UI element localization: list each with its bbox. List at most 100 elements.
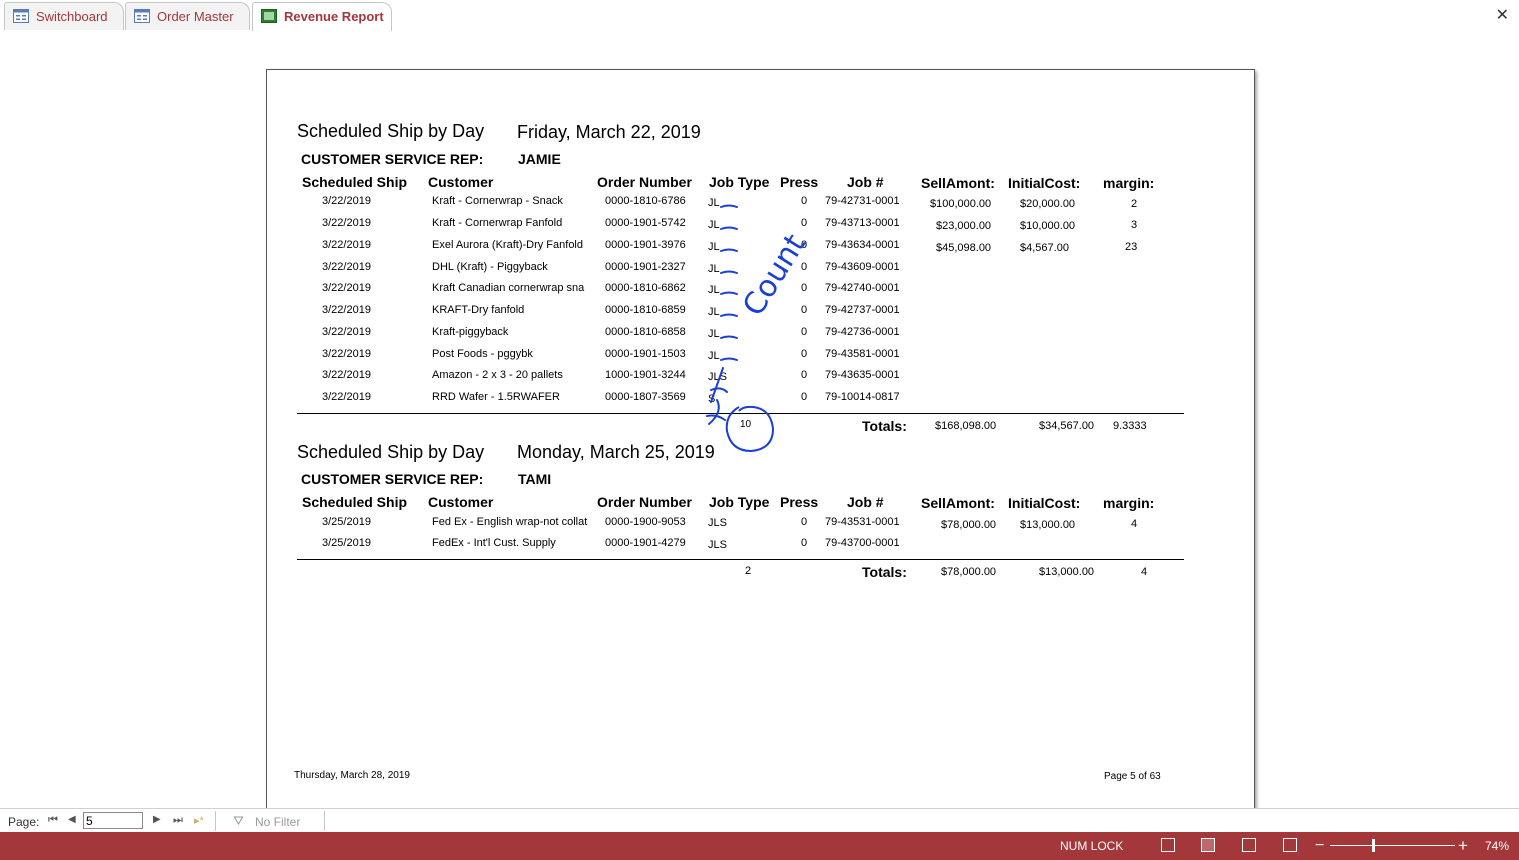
column-header: InitialCost: <box>1008 495 1081 511</box>
cell-ship: 3/25/2019 <box>322 516 371 528</box>
column-header: Press <box>780 174 819 190</box>
cell-ship: 3/22/2019 <box>322 348 371 360</box>
prev-page-icon[interactable]: ◀ <box>68 814 76 825</box>
tab-label: Order Master <box>157 9 234 24</box>
last-page-icon[interactable]: ⏭ <box>173 814 183 827</box>
cell-customer: RRD Wafer - 1.5RWAFER <box>432 391 560 403</box>
report-preview-area: Scheduled Ship by Day Friday, March 22, … <box>0 31 1519 833</box>
cell-ship: 3/22/2019 <box>322 391 371 403</box>
cell-cost: $10,000.00 <box>1020 220 1076 232</box>
cell-customer: Fed Ex - English wrap-not collat <box>432 516 588 528</box>
cell-order: 1000-1901-3244 <box>605 369 686 381</box>
column-header: InitialCost: <box>1008 175 1081 191</box>
section-title: Scheduled Ship by Day <box>297 121 485 141</box>
cell-job: 79-43700-0001 <box>825 537 900 549</box>
column-header: margin: <box>1103 175 1155 191</box>
column-header: Scheduled Ship <box>302 494 408 510</box>
divider <box>215 811 216 831</box>
ink-circle <box>725 405 775 453</box>
form-icon <box>134 9 150 23</box>
record-navigation-bar: Page: ⏮ ◀ ▶ ⏭ ▸* ⛛ No Filter <box>0 808 1519 833</box>
column-header: Order Number <box>597 494 692 510</box>
cell-ship: 3/22/2019 <box>322 369 371 381</box>
print-preview-view-icon[interactable] <box>1161 838 1175 852</box>
cell-customer: Amazon - 2 x 3 - 20 pallets <box>432 369 563 381</box>
layout-view-icon[interactable] <box>1242 838 1256 852</box>
close-icon[interactable]: ✕ <box>1496 5 1509 25</box>
tab-switchboard[interactable]: Switchboard <box>4 2 124 30</box>
totals-label: Totals: <box>862 418 907 434</box>
cell-ship: 3/22/2019 <box>322 261 371 273</box>
cell-ship: 3/22/2019 <box>322 282 371 294</box>
column-header: SellAmont: <box>921 175 995 191</box>
cell-customer: FedEx - Int'l Cust. Supply <box>432 537 556 549</box>
report-view-icon[interactable] <box>1201 838 1215 852</box>
footer-page-number: Page 5 of 63 <box>1104 771 1161 782</box>
new-record-icon[interactable]: ▸* <box>194 814 204 827</box>
total-cost: $34,567.00 <box>1039 420 1095 432</box>
tab-label: Switchboard <box>36 9 108 24</box>
cell-customer: KRAFT-Dry fanfold <box>432 304 525 316</box>
zoom-out-button[interactable]: − <box>1315 837 1324 855</box>
rep-name: TAMI <box>518 471 552 487</box>
cell-ship: 3/22/2019 <box>322 195 371 207</box>
zoom-in-button[interactable]: + <box>1458 836 1468 856</box>
cell-customer: DHL (Kraft) - Piggyback <box>432 261 548 273</box>
cell-order: 0000-1900-9053 <box>605 516 686 528</box>
column-header: margin: <box>1103 495 1155 511</box>
filter-icon[interactable]: ⛛ <box>233 813 244 829</box>
cell-sell: $78,000.00 <box>941 519 997 531</box>
cell-sell: $23,000.00 <box>936 220 992 232</box>
cell-jobtype: JLS <box>708 539 727 551</box>
total-margin: 4 <box>1141 566 1148 578</box>
cell-sell: $100,000.00 <box>930 198 992 210</box>
group-date: Monday, March 25, 2019 <box>517 442 715 462</box>
cell-ship: 3/22/2019 <box>322 239 371 251</box>
cell-order: 0000-1901-2327 <box>605 261 686 273</box>
cell-margin: 23 <box>1125 241 1138 253</box>
cell-ship: 3/22/2019 <box>322 326 371 338</box>
cell-press: 0 <box>801 537 808 549</box>
cell-order: 0000-1807-3569 <box>605 391 686 403</box>
cell-sell: $45,098.00 <box>936 242 992 254</box>
cell-order: 0000-1901-4279 <box>605 537 686 549</box>
column-header: SellAmont: <box>921 495 995 511</box>
cell-customer: Post Foods - pggybk <box>432 348 533 360</box>
document-tab-bar: Switchboard Order Master Revenue Report … <box>0 0 1519 32</box>
column-header: Job # <box>847 494 884 510</box>
cell-margin: 3 <box>1131 219 1138 231</box>
cell-customer: Kraft - Cornerwrap Fanfold <box>432 217 563 229</box>
next-page-icon[interactable]: ▶ <box>153 814 161 825</box>
tab-revenue-report[interactable]: Revenue Report <box>252 2 392 32</box>
cell-customer: Kraft Canadian cornerwrap sna <box>432 282 585 294</box>
tab-order-master[interactable]: Order Master <box>125 2 250 30</box>
cell-order: 0000-1810-6786 <box>605 195 686 207</box>
report-page: Scheduled Ship by Day Friday, March 22, … <box>266 69 1255 833</box>
zoom-slider-thumb[interactable] <box>1372 839 1375 852</box>
page-number-input[interactable] <box>83 812 143 829</box>
cell-order: 0000-1901-1503 <box>605 348 686 360</box>
cell-margin: 4 <box>1131 518 1138 530</box>
totals-label: Totals: <box>862 564 907 580</box>
no-filter-button[interactable]: No Filter <box>255 815 300 829</box>
cell-press: 0 <box>801 516 808 528</box>
first-page-icon[interactable]: ⏮ <box>48 814 58 827</box>
column-header: Job Type <box>709 174 770 190</box>
num-lock-indicator: NUM LOCK <box>1060 839 1124 853</box>
form-icon <box>13 9 29 23</box>
cell-order: 0000-1810-6859 <box>605 304 686 316</box>
cell-customer: Kraft-piggyback <box>432 326 509 338</box>
column-header: Customer <box>428 174 494 190</box>
column-header: Press <box>780 494 819 510</box>
rep-name: JAMIE <box>518 151 561 167</box>
tab-label: Revenue Report <box>284 9 384 24</box>
page-label: Page: <box>8 815 40 829</box>
design-view-icon[interactable] <box>1283 838 1297 852</box>
rep-label: CUSTOMER SERVICE REP: <box>301 151 484 167</box>
zoom-slider-track[interactable] <box>1330 845 1455 846</box>
cell-cost: $4,567.00 <box>1020 242 1069 254</box>
cell-ship: 3/22/2019 <box>322 217 371 229</box>
cell-ship: 3/25/2019 <box>322 537 371 549</box>
group-date: Friday, March 22, 2019 <box>517 122 701 142</box>
footer-date: Thursday, March 28, 2019 <box>294 770 410 781</box>
